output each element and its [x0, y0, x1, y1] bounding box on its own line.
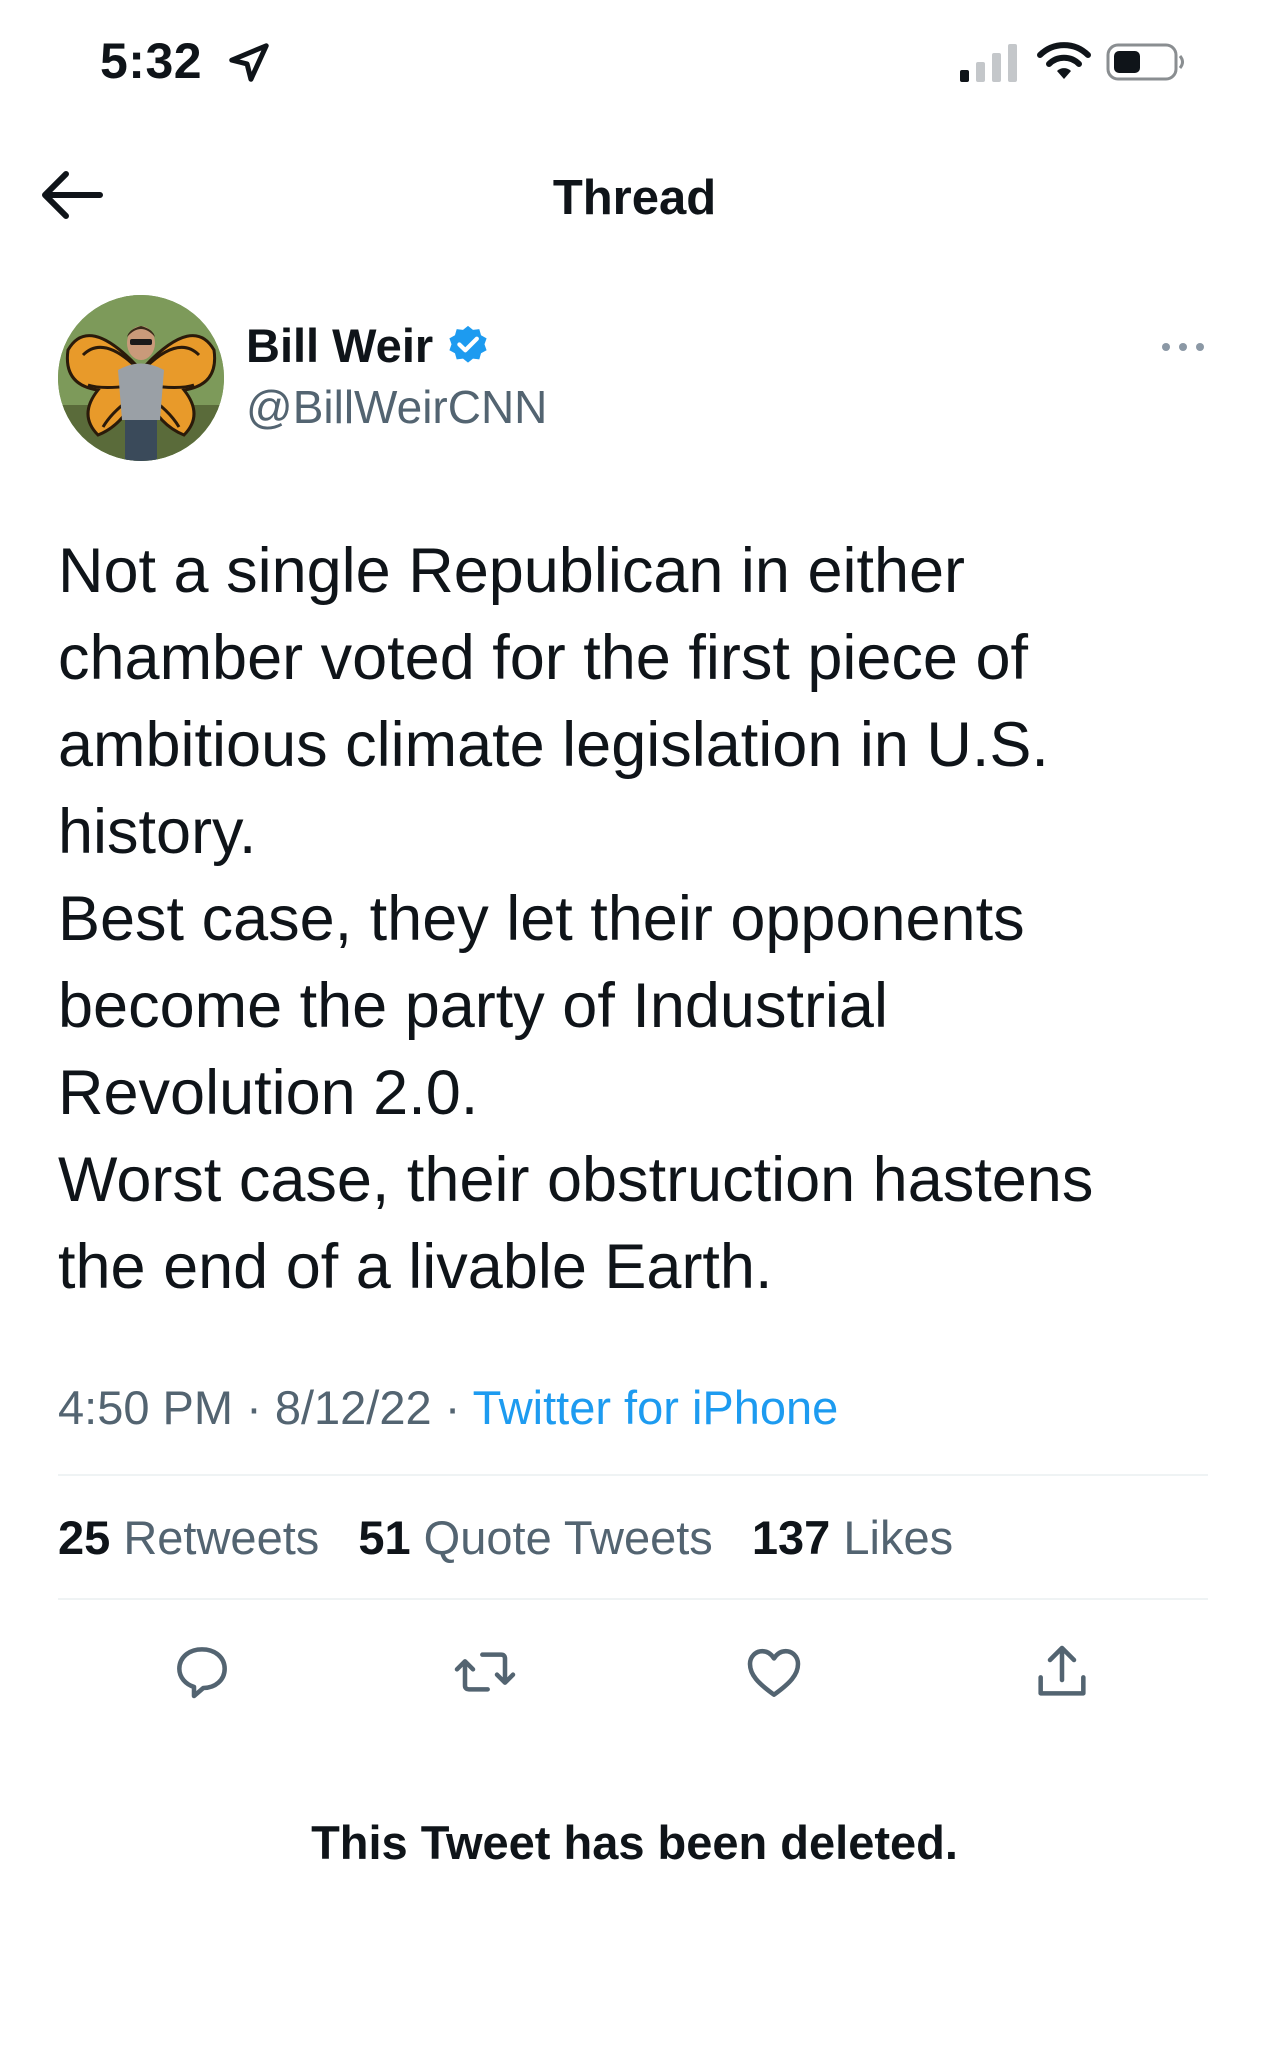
status-time: 5:32 — [100, 33, 203, 89]
page-title: Thread — [552, 171, 717, 225]
tweet-text-line: Revolution 2.0. — [58, 1058, 479, 1128]
retweets-label: Retweets — [123, 1511, 320, 1564]
tweet-meta: 4:50 PM · 8/12/22 · Twitter for iPhone — [58, 1380, 838, 1435]
likes-stat[interactable]: 137 Likes — [752, 1510, 953, 1565]
location-arrow-icon — [229, 43, 269, 82]
more-options-icon[interactable] — [1158, 330, 1208, 364]
author-handle[interactable]: @BillWeirCNN — [246, 380, 547, 434]
tweet-source-link[interactable]: Twitter for iPhone — [473, 1381, 839, 1434]
tweet-text-line: Worst case, their obstruction hastens — [58, 1145, 1094, 1215]
quote-tweets-stat[interactable]: 51 Quote Tweets — [358, 1510, 712, 1565]
author-name-text: Bill Weir — [246, 319, 434, 372]
tweet-text: Not a single Republican in either chambe… — [58, 528, 1208, 1311]
retweets-stat[interactable]: 25 Retweets — [58, 1510, 319, 1565]
divider — [58, 1474, 1208, 1476]
likes-count: 137 — [751, 1511, 831, 1564]
likes-label: Likes — [843, 1511, 954, 1564]
divider — [58, 1598, 1208, 1600]
retweets-count: 25 — [58, 1511, 111, 1564]
status-bar: 5:32 — [0, 0, 1269, 120]
tweet-text-line: the end of a livable Earth. — [58, 1232, 773, 1302]
meta-separator: · — [246, 1381, 262, 1434]
quote-tweets-label: Quote Tweets — [423, 1511, 713, 1564]
avatar[interactable] — [58, 295, 224, 461]
tweet-text-line: chamber voted for the first piece of — [58, 623, 1028, 693]
share-icon[interactable] — [1030, 1640, 1094, 1704]
battery-icon — [1106, 43, 1184, 81]
tweet-date[interactable]: 8/12/22 — [275, 1381, 432, 1434]
reply-icon[interactable] — [170, 1640, 234, 1704]
wifi-icon — [1037, 42, 1091, 79]
thread-header: Thread — [0, 150, 1269, 240]
avatar-image — [58, 295, 224, 461]
tweet-text-line: Not a single Republican in either — [58, 536, 966, 606]
tweet-text-line: Best case, they let their opponents — [58, 884, 1025, 954]
like-icon[interactable] — [742, 1640, 806, 1704]
tweet-stats: 25 Retweets 51 Quote Tweets 137 Likes — [58, 1510, 979, 1565]
retweet-icon[interactable] — [453, 1640, 517, 1704]
tweet-time[interactable]: 4:50 PM — [58, 1381, 233, 1434]
tweet-text-line: history. — [58, 797, 257, 867]
tweet-text-line: ambitious climate legislation in U.S. — [58, 710, 1049, 780]
tweet-text-line: become the party of Industrial — [58, 971, 888, 1041]
deleted-tweet-notice: This Tweet has been deleted. — [311, 1816, 958, 1869]
verified-badge-icon — [449, 325, 487, 363]
author-name[interactable]: Bill Weir — [246, 318, 491, 373]
meta-separator: · — [444, 1381, 461, 1434]
signal-icon — [960, 44, 1017, 82]
quote-tweets-count: 51 — [358, 1511, 411, 1564]
